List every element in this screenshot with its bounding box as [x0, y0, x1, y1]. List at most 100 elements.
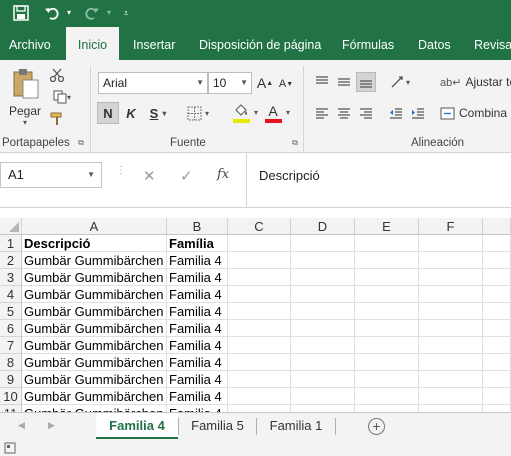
font-color-dropdown-icon[interactable]: ▾ [286, 108, 290, 117]
table-cell[interactable] [228, 388, 291, 405]
column-header[interactable] [483, 218, 511, 235]
table-cell[interactable] [419, 337, 483, 354]
table-cell[interactable] [355, 354, 419, 371]
merge-center-button[interactable]: Combina [440, 103, 511, 123]
font-dialog-launcher-icon[interactable]: ⧉ [290, 138, 300, 148]
table-cell[interactable]: Gumbär Gummibärchen [22, 303, 167, 320]
table-cell[interactable]: Familia 4 [167, 252, 228, 269]
align-top-icon[interactable] [312, 72, 332, 92]
table-cell[interactable]: Descripció [22, 235, 167, 252]
table-cell[interactable] [291, 388, 355, 405]
table-cell[interactable] [355, 303, 419, 320]
italic-button[interactable]: K [121, 102, 141, 124]
table-cell[interactable]: Familia 4 [167, 405, 228, 412]
formula-bar-grip-icon[interactable]: ⋮ [116, 166, 126, 176]
customize-qat-icon[interactable]: ⩡ [120, 3, 132, 23]
fill-color-button[interactable] [226, 102, 256, 124]
table-cell[interactable] [355, 235, 419, 252]
decrease-indent-icon[interactable] [386, 103, 406, 123]
row-header[interactable]: 10 [0, 388, 22, 405]
align-left-icon[interactable] [312, 103, 332, 123]
fill-color-dropdown-icon[interactable]: ▾ [254, 108, 258, 117]
underline-button[interactable]: S ▾ [143, 102, 173, 124]
table-cell[interactable] [355, 286, 419, 303]
align-middle-icon[interactable] [334, 72, 354, 92]
table-cell[interactable] [483, 371, 511, 388]
table-cell[interactable]: Família [167, 235, 228, 252]
name-box[interactable]: A1 ▼ [0, 162, 102, 188]
tab-archivo[interactable]: Archivo [0, 27, 60, 60]
table-cell[interactable] [483, 354, 511, 371]
chevron-down-icon[interactable]: ▼ [196, 73, 204, 93]
table-cell[interactable] [291, 303, 355, 320]
table-cell[interactable] [291, 354, 355, 371]
table-cell[interactable] [355, 405, 419, 412]
table-cell[interactable]: Familia 4 [167, 337, 228, 354]
table-cell[interactable] [483, 388, 511, 405]
column-header[interactable]: D [291, 218, 355, 235]
table-cell[interactable] [483, 303, 511, 320]
table-cell[interactable] [419, 252, 483, 269]
table-cell[interactable] [228, 252, 291, 269]
redo-icon[interactable] [82, 3, 102, 23]
table-cell[interactable] [419, 354, 483, 371]
scroll-right-icon[interactable]: ▶ [48, 420, 55, 431]
table-cell[interactable] [483, 252, 511, 269]
paste-button[interactable]: Pegar ▾ [6, 66, 44, 128]
undo-dropdown-icon[interactable]: ▾ [64, 3, 74, 23]
row-header[interactable]: 8 [0, 354, 22, 371]
chevron-down-icon[interactable]: ▼ [240, 73, 248, 93]
table-cell[interactable] [355, 252, 419, 269]
row-header[interactable]: 6 [0, 320, 22, 337]
table-cell[interactable]: Gumbär Gummibärchen [22, 320, 167, 337]
table-cell[interactable] [355, 337, 419, 354]
borders-button[interactable]: ▾ [183, 102, 213, 124]
table-cell[interactable]: Familia 4 [167, 388, 228, 405]
table-cell[interactable] [228, 320, 291, 337]
table-cell[interactable] [228, 303, 291, 320]
copy-icon[interactable]: ▾ [48, 88, 76, 106]
table-cell[interactable] [419, 235, 483, 252]
row-header[interactable]: 2 [0, 252, 22, 269]
sheet-tab-familia-1[interactable]: Familia 1 [257, 413, 335, 439]
table-cell[interactable] [291, 235, 355, 252]
table-cell[interactable]: Familia 4 [167, 269, 228, 286]
bold-button[interactable]: N [97, 102, 119, 124]
font-color-button[interactable]: A [262, 102, 284, 124]
table-cell[interactable] [291, 320, 355, 337]
table-cell[interactable]: Familia 4 [167, 286, 228, 303]
column-header[interactable]: A [22, 218, 167, 235]
table-cell[interactable] [419, 320, 483, 337]
table-cell[interactable] [419, 405, 483, 412]
table-cell[interactable]: Gumbär Gummibärchen [22, 252, 167, 269]
format-painter-icon[interactable] [48, 110, 66, 128]
table-cell[interactable] [228, 405, 291, 412]
clipboard-dialog-launcher-icon[interactable]: ⧉ [76, 138, 86, 148]
table-cell[interactable]: Familia 4 [167, 320, 228, 337]
row-header[interactable]: 9 [0, 371, 22, 388]
table-cell[interactable] [355, 388, 419, 405]
orientation-icon[interactable]: ▾ [386, 72, 414, 92]
tab-insertar[interactable]: Insertar [124, 27, 184, 60]
increase-indent-icon[interactable] [408, 103, 428, 123]
table-cell[interactable] [419, 269, 483, 286]
table-cell[interactable] [291, 405, 355, 412]
scroll-left-icon[interactable]: ◀ [18, 420, 25, 431]
column-header[interactable]: B [167, 218, 228, 235]
row-header[interactable]: 4 [0, 286, 22, 303]
table-cell[interactable] [291, 286, 355, 303]
cut-icon[interactable] [48, 66, 66, 84]
table-cell[interactable]: Gumbär Gummibärchen [22, 354, 167, 371]
select-all-corner[interactable] [0, 218, 22, 235]
table-cell[interactable] [483, 286, 511, 303]
column-header[interactable]: E [355, 218, 419, 235]
table-cell[interactable] [228, 235, 291, 252]
align-bottom-icon[interactable] [356, 72, 376, 92]
table-cell[interactable]: Familia 4 [167, 371, 228, 388]
tab-inicio[interactable]: Inicio [66, 27, 119, 60]
row-header[interactable]: 3 [0, 269, 22, 286]
table-cell[interactable]: Gumbär Gummibärchen [22, 405, 167, 412]
table-cell[interactable] [483, 320, 511, 337]
tab-datos[interactable]: Datos [409, 27, 460, 60]
table-cell[interactable]: Gumbär Gummibärchen [22, 371, 167, 388]
